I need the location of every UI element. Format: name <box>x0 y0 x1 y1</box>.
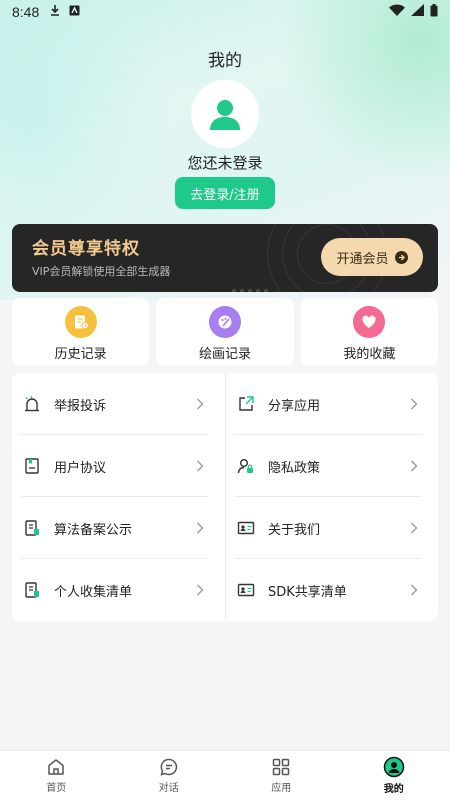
battery-icon <box>430 3 438 21</box>
home-icon <box>48 759 64 775</box>
tab-home[interactable]: 首页 <box>0 751 113 800</box>
chevron-right-icon <box>411 584 418 596</box>
page-title: 我的 <box>208 51 242 71</box>
profile-icon <box>383 756 404 778</box>
apps-grid-icon <box>273 758 290 776</box>
vip-banner[interactable]: 会员尊享特权 VIP会员解锁使用全部生成器 开通会员 <box>12 224 438 292</box>
vip-subtitle: VIP会员解锁使用全部生成器 <box>32 265 171 278</box>
user-avatar-icon <box>210 100 240 130</box>
tab-label: 应用 <box>271 783 292 794</box>
chat-icon <box>160 758 177 776</box>
sdk-card-icon <box>236 580 256 600</box>
chevron-right-icon <box>197 522 204 534</box>
vip-decoration-dots <box>232 278 272 292</box>
menu-item-privacy-policy[interactable]: 隐私政策 <box>226 435 422 497</box>
menu-item-about-us[interactable]: 关于我们 <box>226 497 422 559</box>
history-icon <box>64 306 97 338</box>
menu-item-label: 举报投诉 <box>54 398 107 414</box>
chevron-right-icon <box>197 584 204 596</box>
wifi-icon <box>389 4 405 20</box>
report-bell-icon <box>22 394 42 414</box>
bottom-tab-bar: 首页 对话 应用 我的 <box>0 750 450 800</box>
menu-item-user-agreement[interactable]: 用户协议 <box>12 435 208 497</box>
painting-record-button[interactable]: 绘画记录 <box>156 298 294 366</box>
my-favorites-button[interactable]: 我的收藏 <box>300 298 438 366</box>
tab-mine[interactable]: 我的 <box>338 751 450 800</box>
my-favorites-label: 我的收藏 <box>343 347 396 362</box>
history-record-label: 历史记录 <box>54 347 107 362</box>
signal-icon <box>411 4 424 20</box>
status-bar: 8:48 <box>0 0 450 24</box>
menu-item-label: SDK共享清单 <box>268 584 347 600</box>
share-icon <box>236 394 256 414</box>
chevron-right-icon <box>197 460 204 472</box>
login-register-button[interactable]: 去登录/注册 <box>175 177 275 209</box>
menu-item-label: 用户协议 <box>54 460 107 476</box>
menu-item-label: 个人收集清单 <box>54 584 133 600</box>
list-document-icon <box>22 580 42 600</box>
menu-item-label: 分享应用 <box>268 398 321 414</box>
menu-item-label: 隐私政策 <box>268 460 321 476</box>
tab-chat[interactable]: 对话 <box>113 751 226 800</box>
privacy-user-lock-icon <box>236 456 256 476</box>
menu-item-algorithm-filing[interactable]: 算法备案公示 <box>12 497 208 559</box>
id-card-icon <box>236 518 256 538</box>
vip-title: 会员尊享特权 <box>32 239 140 259</box>
arrow-right-icon <box>394 250 408 264</box>
app-notification-icon <box>69 5 80 20</box>
login-status-text: 您还未登录 <box>187 154 263 172</box>
painting-record-label: 绘画记录 <box>198 347 251 362</box>
open-vip-label: 开通会员 <box>336 251 389 267</box>
chevron-right-icon <box>411 398 418 410</box>
tab-label: 我的 <box>383 784 404 795</box>
tab-label: 首页 <box>46 783 67 794</box>
chevron-right-icon <box>197 398 204 410</box>
menu-item-label: 算法备案公示 <box>54 522 133 538</box>
tab-apps[interactable]: 应用 <box>225 751 338 800</box>
history-record-button[interactable]: 历史记录 <box>12 298 150 366</box>
menu-item-personal-collection-list[interactable]: 个人收集清单 <box>12 559 208 621</box>
heart-icon <box>353 306 386 338</box>
status-time: 8:48 <box>12 4 40 20</box>
agreement-book-icon <box>22 456 42 476</box>
paint-icon <box>208 306 241 338</box>
menu-item-sdk-sharing-list[interactable]: SDK共享清单 <box>226 559 422 621</box>
chevron-right-icon <box>411 460 418 472</box>
menu-item-label: 关于我们 <box>268 522 321 538</box>
document-icon <box>22 518 42 538</box>
chevron-right-icon <box>411 522 418 534</box>
menu-item-report[interactable]: 举报投诉 <box>12 373 208 435</box>
menu-list: 举报投诉 用户协议 算法备案公示 个人收集清单 分享应用 隐私政策 关于我们 S… <box>12 373 438 621</box>
avatar[interactable] <box>191 80 259 148</box>
tab-label: 对话 <box>158 783 179 794</box>
menu-item-share-app[interactable]: 分享应用 <box>226 373 422 435</box>
quick-actions: 历史记录 绘画记录 我的收藏 <box>12 298 438 366</box>
open-vip-button[interactable]: 开通会员 <box>321 238 423 276</box>
download-icon <box>49 4 61 20</box>
